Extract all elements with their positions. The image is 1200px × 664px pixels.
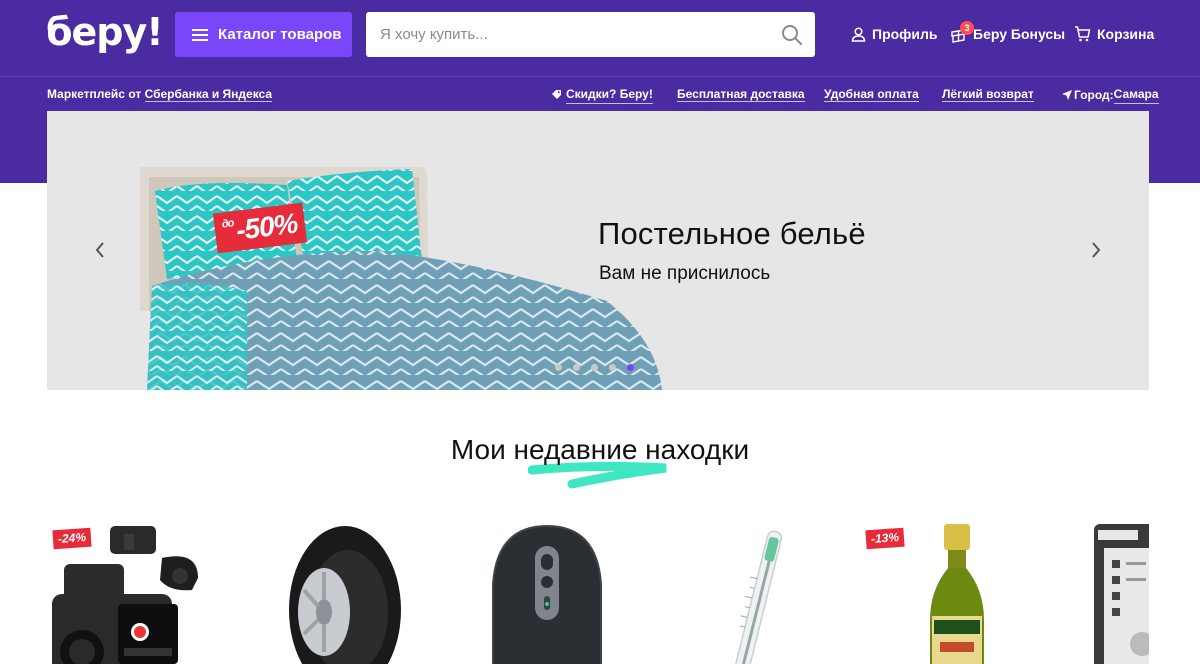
bonuses-link[interactable]: 3 Беру Бонусы [950, 20, 1066, 46]
chevron-right-icon [1092, 242, 1101, 258]
banner-pagination [555, 364, 634, 371]
banner-dot[interactable] [573, 364, 580, 371]
catalog-button[interactable]: Каталог товаров [175, 12, 352, 57]
user-icon [851, 26, 866, 42]
city-selector[interactable]: Город: Самара [1062, 85, 1159, 104]
tag-icon [552, 90, 561, 99]
returns-link[interactable]: Лёгкий возврат [942, 85, 1034, 103]
free-delivery-label: Бесплатная доставка [677, 87, 805, 102]
banner-subtitle: Вам не приснилось [599, 263, 771, 284]
product-card-mouse[interactable] [475, 520, 625, 664]
bonus-icon-wrap: 3 [950, 20, 974, 43]
location-arrow-icon [1062, 89, 1072, 100]
product-card-thermometer[interactable] [685, 520, 835, 664]
discounts-label: Скидки? Беру! [566, 85, 653, 104]
banner-dot[interactable] [591, 364, 598, 371]
search-input[interactable] [366, 12, 766, 57]
mouse-image [492, 524, 602, 664]
city-prefix: Город: [1074, 87, 1114, 102]
banner-prev-button[interactable] [87, 237, 113, 263]
cart-link[interactable]: Корзина [1074, 22, 1154, 46]
product-card-olive-oil[interactable] [882, 520, 1032, 664]
tire-image [289, 526, 401, 664]
payment-link[interactable]: Удобная оплата [824, 85, 919, 103]
search-icon[interactable] [781, 24, 803, 46]
promo-banner[interactable]: до -50% Постельное бельё Вам не приснилос… [47, 111, 1149, 390]
product-card-ebook[interactable] [1090, 520, 1149, 664]
marketplace-info: Маркетплейс от Сбербанка и Яндекса [47, 85, 273, 103]
sale-tag-prefix: до [221, 217, 235, 231]
banner-next-button[interactable] [1083, 237, 1109, 263]
banner-title: Постельное бельё [598, 216, 866, 251]
cart-label: Корзина [1097, 26, 1155, 42]
thermometer-image [733, 530, 783, 664]
marketplace-owners-link[interactable]: Сбербанка и Яндекса [144, 87, 273, 102]
sale-tag-value: -50% [234, 207, 300, 246]
discounts-link[interactable]: Скидки? Беру! [551, 85, 653, 104]
free-delivery-link[interactable]: Бесплатная доставка [677, 85, 805, 103]
cart-icon [1075, 26, 1091, 42]
city-name: Самара [1113, 85, 1159, 104]
chevron-left-icon [95, 242, 104, 258]
ebook-reader-image [1094, 524, 1149, 664]
returns-label: Лёгкий возврат [942, 87, 1034, 102]
header-divider [0, 76, 1200, 77]
product-card-tire[interactable] [280, 520, 430, 664]
profile-link[interactable]: Профиль [851, 22, 938, 46]
bonuses-count-badge: 3 [960, 20, 974, 35]
banner-dot-active[interactable] [627, 364, 634, 371]
profile-label: Профиль [872, 26, 938, 42]
payment-label: Удобная оплата [824, 87, 919, 102]
olive-oil-bottle-image [930, 524, 984, 664]
search-box [366, 12, 815, 57]
logo[interactable]: беру! [46, 10, 164, 54]
marketplace-prefix: Маркетплейс от [47, 87, 145, 101]
discount-badge: -24% [52, 527, 92, 550]
banner-dot[interactable] [555, 364, 562, 371]
menu-icon [192, 28, 208, 41]
section-title: Мои недавние находки [450, 434, 750, 465]
banner-dot[interactable] [609, 364, 616, 371]
bonuses-label: Беру Бонусы [973, 26, 1066, 42]
discount-badge: -13% [865, 527, 905, 550]
catalog-button-label: Каталог товаров [218, 26, 342, 43]
